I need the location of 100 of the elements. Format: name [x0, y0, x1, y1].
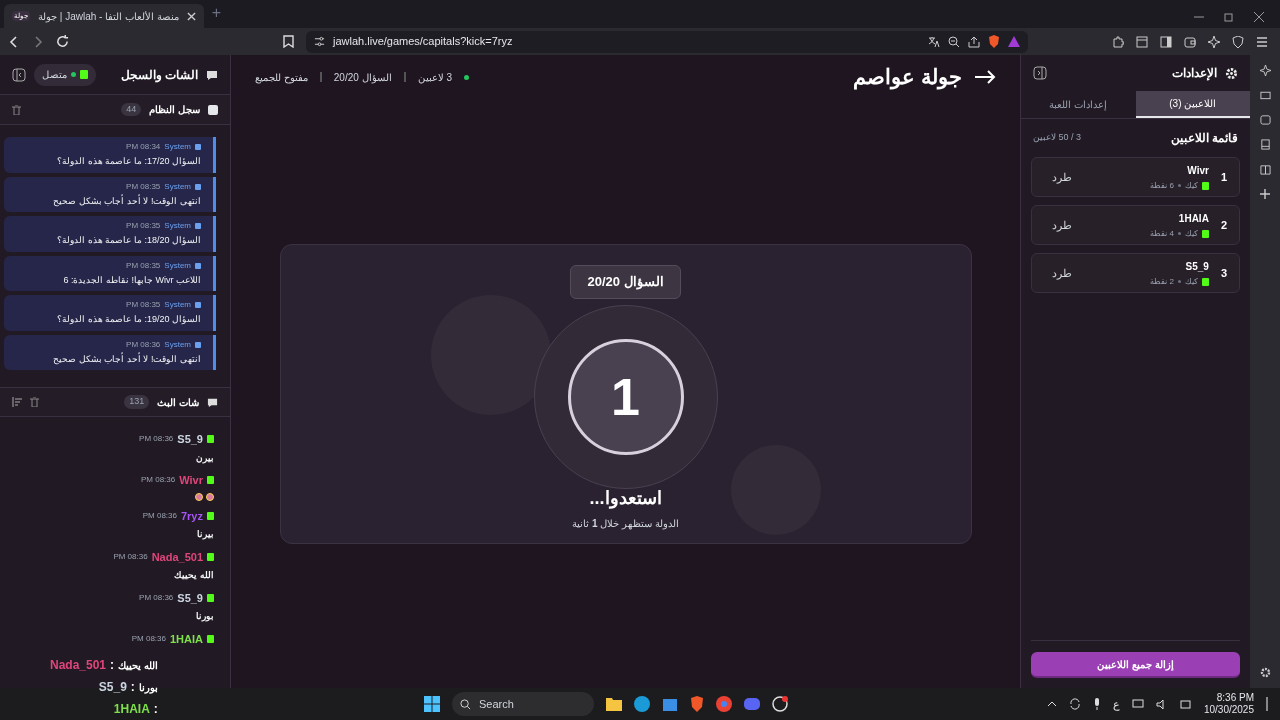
translate-icon[interactable] [928, 35, 940, 48]
message-text: السؤال 19/20: ما عاصمة هذه الدولة؟ [56, 313, 201, 326]
battery-icon[interactable] [1179, 699, 1192, 709]
clock-time[interactable]: 8:36 PM [1216, 692, 1254, 704]
kick-button[interactable]: طرد [1044, 264, 1080, 282]
new-tab-button[interactable]: + [211, 1, 222, 25]
wallet-icon[interactable] [1259, 114, 1271, 125]
arrow-icon[interactable] [974, 69, 996, 85]
shield-icon[interactable] [690, 696, 704, 712]
address-bar[interactable]: jawlah.live/games/capitals?kick=7ryz [306, 30, 1028, 53]
player-points: 6 نقطة [1150, 179, 1174, 192]
settings-tab[interactable]: اللاعبين (3) [1135, 91, 1250, 118]
plus-icon[interactable] [1260, 189, 1270, 199]
overlay-message: بورنا [138, 680, 158, 695]
notebook-icon[interactable] [1259, 139, 1271, 150]
username: S5_9 [177, 590, 203, 606]
sender-name: System [164, 338, 191, 351]
tab-title: جولة | Jawlah - منصة الألعاب التفا [37, 9, 180, 24]
close-icon[interactable] [1254, 12, 1264, 22]
collapse-panel-icon[interactable] [12, 67, 26, 82]
section-title: شات البث [157, 395, 199, 410]
sidebar-icon[interactable] [1160, 35, 1172, 48]
connection-status: متصل [34, 63, 96, 86]
player-capacity: 3 / 50 لاعبين [1033, 131, 1082, 145]
search-icon [460, 698, 471, 710]
sender-name: System [164, 220, 191, 232]
message-time: PM 08:35 [126, 259, 161, 272]
username: 1HAIA [170, 631, 203, 647]
platform-label: كيك [1184, 179, 1198, 192]
message-time: PM 08:34 [126, 141, 161, 153]
player-rank: 3 [1220, 265, 1227, 281]
message-time: PM 08:35 [126, 180, 161, 193]
sparkle-icon[interactable] [1259, 65, 1271, 76]
app-icon[interactable] [772, 696, 788, 712]
trash-icon[interactable] [30, 397, 39, 407]
message-time: PM 08:35 [126, 299, 161, 311]
language-indicator[interactable]: ع [1112, 695, 1120, 713]
share-icon[interactable] [968, 35, 980, 48]
folder-icon[interactable] [606, 697, 622, 711]
message-time: PM 08:36 [131, 632, 166, 645]
trash-icon[interactable] [12, 104, 21, 115]
bookmark-icon[interactable] [283, 35, 294, 48]
zoom-out-icon[interactable] [948, 35, 960, 48]
count-badge: 131 [124, 395, 150, 409]
kick-button[interactable]: طرد [1044, 168, 1080, 186]
book-icon[interactable] [1259, 164, 1271, 175]
forward-icon[interactable] [32, 35, 44, 48]
player-points: 4 نقطة [1150, 227, 1174, 240]
username: 7ryz [180, 508, 203, 524]
settings-tab[interactable]: إعدادات اللعبة [1021, 91, 1136, 118]
wallet-icon[interactable] [1184, 35, 1196, 48]
sender-name: System [164, 299, 191, 311]
window-icon[interactable] [1136, 35, 1148, 48]
chevron-up-icon[interactable] [1046, 700, 1057, 708]
message-time: PM 08:36 [141, 474, 176, 487]
countdown-number: 1 [611, 366, 640, 428]
count-badge: 44 [121, 102, 142, 117]
section-title: سجل النظام [149, 103, 200, 117]
windows-start-icon[interactable] [424, 696, 440, 712]
player-count: 3 لاعبين [417, 70, 452, 85]
microphone-icon[interactable] [1092, 698, 1101, 710]
site-settings-icon[interactable] [314, 36, 325, 47]
menu-icon[interactable] [1256, 35, 1268, 48]
collapse-panel-icon[interactable] [1033, 66, 1047, 80]
remove-all-button[interactable]: إزالة جميع اللاعبين [1031, 652, 1240, 678]
clock-date[interactable]: 10/30/2025 [1203, 704, 1254, 716]
player-name: S5_9 [1184, 259, 1209, 274]
shield-icon[interactable] [988, 35, 1000, 48]
message-text: بيرن [195, 451, 214, 465]
filter-icon[interactable] [12, 397, 22, 407]
message-text: بورنا [195, 610, 214, 624]
emoji-icon [195, 492, 214, 501]
restore-icon[interactable] [1224, 12, 1234, 22]
question-counter: السؤال 20/20 [333, 70, 392, 85]
puzzle-icon[interactable] [1112, 35, 1124, 48]
taskbar-search[interactable]: Search [452, 692, 594, 716]
player-points: 2 نقطة [1150, 275, 1174, 288]
message-text: بيرنا [196, 528, 214, 542]
back-icon[interactable] [8, 35, 20, 48]
sync-icon[interactable] [1068, 698, 1081, 710]
message-time: PM 08:36 [139, 591, 174, 604]
message-text: انتهى الوقت! لا أحد أجاب بشكل صحيح [52, 352, 201, 366]
close-icon[interactable] [186, 11, 196, 21]
reload-icon[interactable] [56, 35, 69, 48]
video-icon[interactable] [1259, 90, 1271, 100]
chrome-icon[interactable] [716, 696, 732, 712]
triangle-icon[interactable] [1008, 36, 1020, 47]
settings-icon[interactable] [1259, 667, 1271, 678]
list-title: قائمة اللاعبين [1170, 130, 1238, 147]
sparkle-icon[interactable] [1208, 35, 1220, 48]
shield-icon[interactable] [1232, 35, 1244, 48]
monitor-icon[interactable] [1131, 698, 1144, 710]
username: Nada_501 [151, 549, 203, 565]
username: Wivr [179, 473, 203, 488]
message-time: PM 08:36 [113, 550, 148, 563]
message-time: PM 08:36 [126, 338, 161, 351]
username: S5_9 [177, 432, 203, 447]
message-time: PM 08:36 [139, 433, 174, 446]
kick-button[interactable]: طرد [1044, 216, 1080, 234]
panel-title: الشات والسجل [120, 66, 198, 84]
